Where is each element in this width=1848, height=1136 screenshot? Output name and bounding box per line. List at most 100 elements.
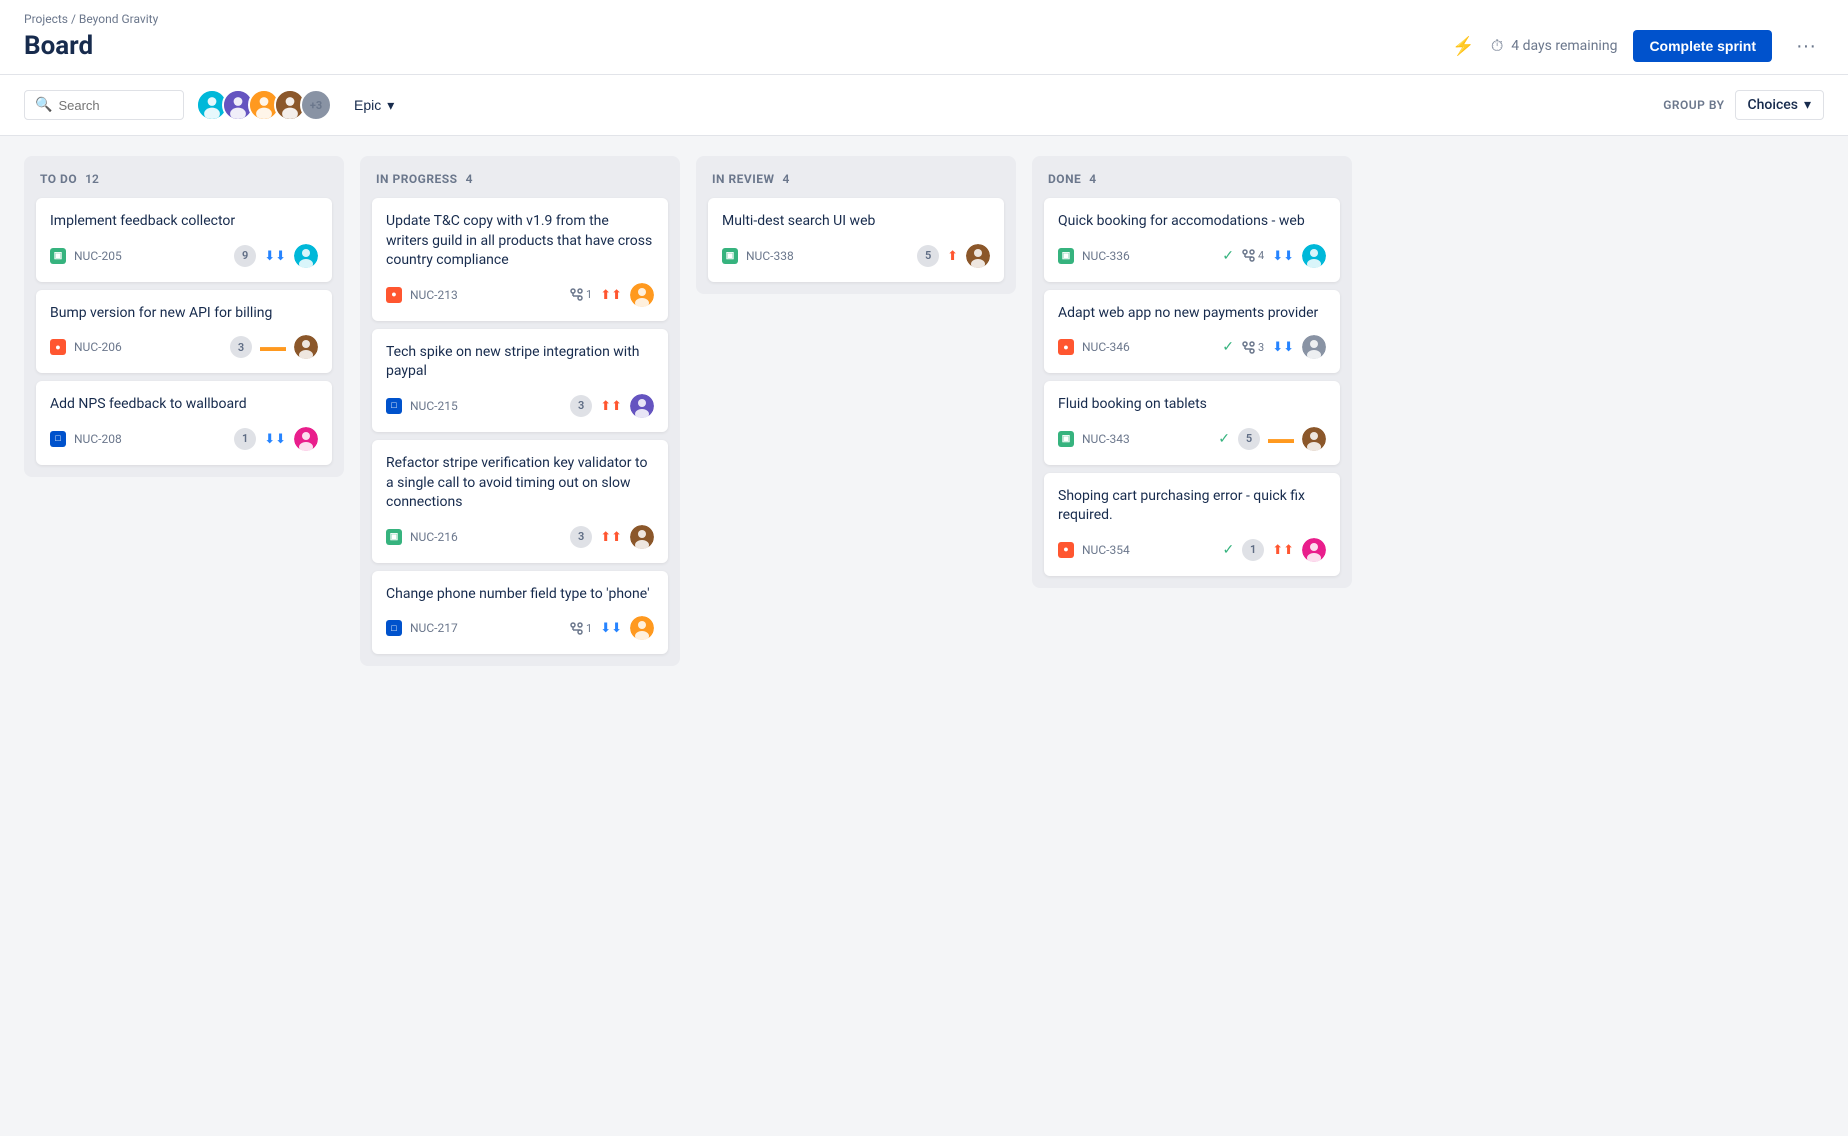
- card-NUC-336[interactable]: Quick booking for accomodations - web ▣ …: [1044, 198, 1340, 282]
- card-NUC-208[interactable]: Add NPS feedback to wallboard □ NUC-208 …: [36, 381, 332, 465]
- card-NUC-216[interactable]: Refactor stripe verification key validat…: [372, 440, 668, 563]
- issue-type-icon: ●: [386, 287, 402, 303]
- header-title-row: Board ⚡ ⏱ 4 days remaining Complete spri…: [24, 30, 1824, 74]
- card-meta-right: ✓ 5 ▬▬: [1218, 427, 1326, 451]
- card-meta: ● NUC-206 3▬▬: [50, 335, 318, 359]
- card-title: Shoping cart purchasing error - quick fi…: [1058, 487, 1326, 526]
- priority-icon: ⬆⬆: [1272, 542, 1294, 558]
- card-NUC-217[interactable]: Change phone number field type to 'phone…: [372, 571, 668, 655]
- complete-sprint-button[interactable]: Complete sprint: [1633, 30, 1772, 62]
- card-meta: ▣ NUC-343 ✓ 5 ▬▬: [1058, 427, 1326, 451]
- assignee-avatar: [294, 427, 318, 451]
- column-header-todo: TO DO 12: [36, 168, 332, 198]
- issue-id: NUC-338: [746, 249, 794, 263]
- issue-type-icon: □: [386, 398, 402, 414]
- choices-dropdown[interactable]: Choices ▾: [1735, 90, 1824, 120]
- group-by-label: GROUP BY: [1663, 98, 1724, 112]
- card-NUC-346[interactable]: Adapt web app no new payments provider ●…: [1044, 290, 1340, 374]
- clock-icon: ⏱: [1491, 36, 1503, 56]
- issue-id: NUC-208: [74, 432, 122, 446]
- card-meta-left: ● NUC-354: [1058, 542, 1130, 558]
- assignee-avatar: [630, 394, 654, 418]
- search-box[interactable]: 🔍: [24, 90, 184, 120]
- card-title: Update T&C copy with v1.9 from the write…: [386, 212, 654, 271]
- card-NUC-354[interactable]: Shoping cart purchasing error - quick fi…: [1044, 473, 1340, 576]
- card-meta-right: ✓ 3 ⬇⬇: [1222, 335, 1326, 359]
- card-meta-right: ✓ 4 ⬇⬇: [1222, 244, 1326, 268]
- card-meta-left: ▣ NUC-343: [1058, 431, 1130, 447]
- issue-type-icon: ▣: [1058, 248, 1074, 264]
- column-header-inreview: IN REVIEW 4: [708, 168, 1004, 198]
- card-title: Adapt web app no new payments provider: [1058, 304, 1326, 324]
- card-meta: ● NUC-213 1 ⬆⬆: [386, 283, 654, 307]
- assignee-avatar: [630, 616, 654, 640]
- card-title: Fluid booking on tablets: [1058, 395, 1326, 415]
- check-icon: ✓: [1218, 431, 1230, 447]
- card-NUC-205[interactable]: Implement feedback collector ▣ NUC-205 9…: [36, 198, 332, 282]
- card-meta: ▣ NUC-205 9⬇⬇: [50, 244, 318, 268]
- card-title: Add NPS feedback to wallboard: [50, 395, 318, 415]
- assignee-avatar: [966, 244, 990, 268]
- toolbar-left: 🔍 +3 Epic ▾: [24, 89, 404, 121]
- card-meta-left: ▣ NUC-216: [386, 529, 458, 545]
- story-points-badge: 1: [234, 428, 256, 450]
- card-title: Tech spike on new stripe integration wit…: [386, 343, 654, 382]
- search-input[interactable]: [58, 98, 173, 113]
- story-points-badge: 5: [1238, 428, 1260, 450]
- avatar-count[interactable]: +3: [300, 89, 332, 121]
- card-meta: ● NUC-346 ✓ 3 ⬇⬇: [1058, 335, 1326, 359]
- card-meta: ▣ NUC-338 5⬆: [722, 244, 990, 268]
- story-points-badge: 3: [230, 336, 252, 358]
- story-points-badge: 3: [570, 395, 592, 417]
- card-meta-right: 1 ⬆⬆: [570, 283, 654, 307]
- page-title: Board: [24, 31, 93, 61]
- card-title: Quick booking for accomodations - web: [1058, 212, 1326, 232]
- choices-chevron-icon: ▾: [1804, 97, 1811, 113]
- issue-type-icon: ▣: [50, 248, 66, 264]
- card-meta-left: □ NUC-217: [386, 620, 458, 636]
- card-NUC-213[interactable]: Update T&C copy with v1.9 from the write…: [372, 198, 668, 321]
- more-options-button[interactable]: ···: [1788, 31, 1824, 62]
- branch-icon: 1: [570, 622, 592, 635]
- branch-icon: 3: [1242, 341, 1264, 354]
- card-meta: ▣ NUC-216 3⬆⬆: [386, 525, 654, 549]
- toolbar-right: GROUP BY Choices ▾: [1663, 90, 1824, 120]
- assignee-avatar: [630, 525, 654, 549]
- card-NUC-343[interactable]: Fluid booking on tablets ▣ NUC-343 ✓ 5 ▬▬: [1044, 381, 1340, 465]
- priority-icon: ⬇⬇: [264, 431, 286, 447]
- card-meta-right: 1 ⬇⬇: [234, 427, 318, 451]
- issue-id: NUC-213: [410, 288, 458, 302]
- card-meta-left: ● NUC-206: [50, 339, 122, 355]
- header: Projects / Beyond Gravity Board ⚡ ⏱ 4 da…: [0, 0, 1848, 75]
- lightning-icon: ⚡: [1452, 36, 1474, 57]
- story-points-badge: 9: [234, 245, 256, 267]
- card-NUC-206[interactable]: Bump version for new API for billing ● N…: [36, 290, 332, 374]
- card-NUC-338[interactable]: Multi-dest search UI web ▣ NUC-338 5⬆: [708, 198, 1004, 282]
- card-meta-right: 3▬▬: [230, 335, 318, 359]
- issue-id: NUC-216: [410, 530, 458, 544]
- card-title: Implement feedback collector: [50, 212, 318, 232]
- issue-type-icon: ●: [50, 339, 66, 355]
- issue-type-icon: ▣: [1058, 431, 1074, 447]
- priority-icon: ▬▬: [1268, 431, 1294, 447]
- column-count-inreview: 4: [783, 172, 790, 186]
- assignee-avatar: [1302, 335, 1326, 359]
- priority-icon: ⬇⬇: [1272, 339, 1294, 355]
- card-meta-left: ▣ NUC-338: [722, 248, 794, 264]
- priority-icon: ⬇⬇: [264, 248, 286, 264]
- column-title-inprogress: IN PROGRESS: [376, 172, 458, 186]
- card-NUC-215[interactable]: Tech spike on new stripe integration wit…: [372, 329, 668, 432]
- epic-chevron-icon: ▾: [387, 97, 394, 114]
- card-meta-left: □ NUC-215: [386, 398, 458, 414]
- header-actions: ⚡ ⏱ 4 days remaining Complete sprint ···: [1452, 30, 1824, 62]
- card-title: Change phone number field type to 'phone…: [386, 585, 654, 605]
- branch-icon: 1: [570, 288, 592, 301]
- breadcrumb: Projects / Beyond Gravity: [24, 12, 1824, 26]
- card-meta: □ NUC-215 3⬆⬆: [386, 394, 654, 418]
- check-icon: ✓: [1222, 542, 1234, 558]
- epic-filter-button[interactable]: Epic ▾: [344, 91, 404, 120]
- priority-icon: ⬆⬆: [600, 287, 622, 303]
- column-header-done: DONE 4: [1044, 168, 1340, 198]
- card-meta-right: 3⬆⬆: [570, 394, 654, 418]
- search-icon: 🔍: [35, 97, 52, 113]
